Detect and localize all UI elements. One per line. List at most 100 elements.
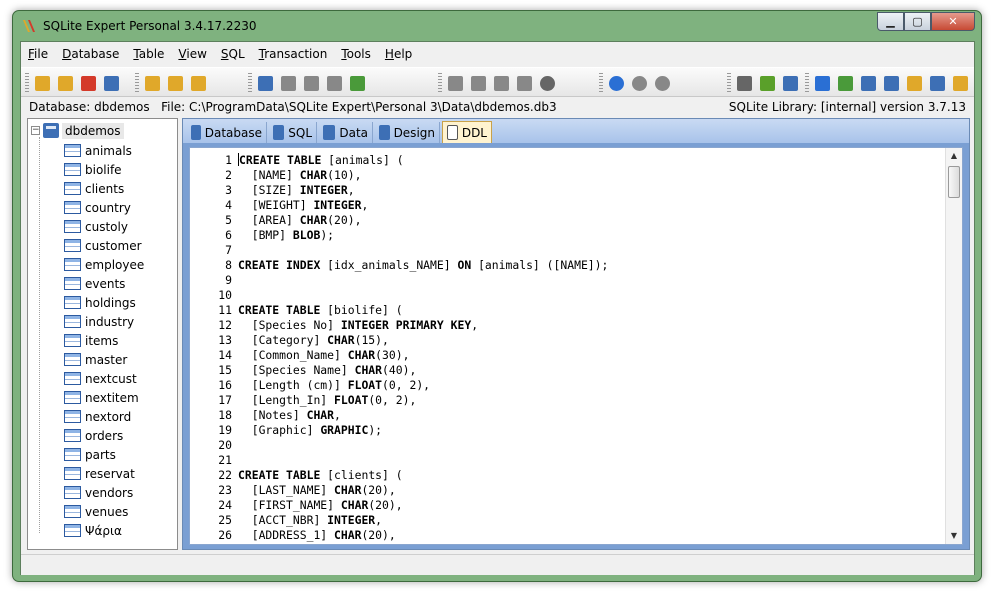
tab-design[interactable]: Design [375,122,440,143]
menu-database[interactable]: Database [55,44,126,66]
home-icon [837,75,853,91]
table-icon [64,258,81,271]
scroll-up-icon[interactable]: ▲ [946,148,962,164]
tree-item-table[interactable]: custoly [64,217,144,236]
rollback-button[interactable] [652,73,672,93]
tree-item-table[interactable]: biolife [64,160,144,179]
tree-item-table[interactable]: country [64,198,144,217]
menu-help[interactable]: Help [378,44,419,66]
tree-item-table[interactable]: reservat [64,464,144,483]
ddl-editor[interactable]: 1 CREATE TABLE [animals] (2 [NAME] CHAR(1… [189,147,963,545]
tree-item-table[interactable]: items [64,331,144,350]
menu-tools[interactable]: Tools [334,44,378,66]
close-button[interactable]: ✕ [931,12,975,31]
tree-item-table[interactable]: master [64,350,144,369]
web-button[interactable] [858,73,878,93]
design-table-button[interactable] [165,73,185,93]
menu-file[interactable]: File [21,44,55,66]
toolbar-grip[interactable] [248,73,252,93]
menu-transaction[interactable]: Transaction [252,44,335,66]
settings-button[interactable] [734,73,754,93]
toolbar-grip[interactable] [727,73,731,93]
minimize-button[interactable]: ▁ [877,12,904,31]
tab-sql[interactable]: SQL [269,122,317,143]
tree-item-table[interactable]: events [64,274,144,293]
tree-item-table[interactable]: nextitem [64,388,144,407]
properties-button[interactable] [324,73,344,93]
table-icon [64,296,81,309]
tree-item-table[interactable]: venues [64,502,144,521]
new-table-button[interactable] [142,73,162,93]
new-trigger-button[interactable] [445,73,465,93]
new-database-button[interactable] [55,73,75,93]
check-update-button[interactable] [927,73,947,93]
menu-sql[interactable]: SQL [214,44,252,66]
begin-transaction-button[interactable] [606,73,626,93]
menu-label-rest: able [138,47,165,61]
toolbar-grip[interactable] [25,73,29,93]
tab-ddl[interactable]: DDL [442,121,492,143]
tree-item-table[interactable]: employee [64,255,144,274]
tab-data[interactable]: Data [319,122,373,143]
rename-button[interactable] [514,73,534,93]
maximize-button[interactable]: ▢ [904,12,931,31]
code-line: 14 [Common_Name] CHAR(30), [190,348,945,363]
tree-item-table[interactable]: nextord [64,407,144,426]
tree-item-label: orders [85,428,124,443]
about-button[interactable] [950,73,970,93]
edit-trigger-button[interactable] [468,73,488,93]
edit-button[interactable] [881,73,901,93]
new-view-button[interactable] [255,73,275,93]
toolbar-grip[interactable] [135,73,139,93]
edit-view-button[interactable] [278,73,298,93]
menu-table[interactable]: Table [126,44,171,66]
open-database-button[interactable] [32,73,52,93]
commit-button[interactable] [629,73,649,93]
tree-item-table[interactable]: vendors [64,483,144,502]
help-button[interactable] [812,73,832,93]
code-line: 19 [Graphic] GRAPHIC); [190,423,945,438]
tree-item-table[interactable]: Ψάρια [64,521,144,540]
tree-item-table[interactable]: parts [64,445,144,464]
toolbar-grip[interactable] [438,73,442,93]
scroll-thumb[interactable] [948,166,960,198]
drop-trigger-button[interactable] [491,73,511,93]
app-window: SQLite Expert Personal 3.4.17.2230 ▁ ▢ ✕… [12,10,982,582]
tree-item-table[interactable]: orders [64,426,144,445]
line-number: 1 [225,153,232,167]
table-icon [64,144,81,157]
menu-bar: File Database Table View SQL Transaction Tools… [21,44,419,66]
refresh-button[interactable] [301,73,321,93]
vertical-scrollbar[interactable]: ▲ ▼ [945,148,962,544]
line-number: 16 [218,378,232,392]
menu-view[interactable]: View [171,44,213,66]
database-tree[interactable]: − dbdemos animals biolife clients country cu… [27,118,178,550]
tab-database[interactable]: Database [187,122,267,143]
close-database-button[interactable] [78,73,98,93]
run-query-button[interactable] [347,73,367,93]
stop-button[interactable] [537,73,557,93]
title-bar[interactable]: SQLite Expert Personal 3.4.17.2230 ▁ ▢ ✕ [13,11,981,41]
mail-button[interactable] [904,73,924,93]
attach-database-button[interactable] [101,73,121,93]
tree-item-table[interactable]: industry [64,312,144,331]
tree-item-table[interactable]: animals [64,141,144,160]
tree-item-table[interactable]: nextcust [64,369,144,388]
scroll-down-icon[interactable]: ▼ [946,528,962,544]
code-text: [Notes] CHAR, [251,408,341,422]
tree-item-table[interactable]: holdings [64,293,144,312]
tree-item-table[interactable]: customer [64,236,144,255]
collapse-icon[interactable]: − [31,126,40,135]
tree-root-dbdemos[interactable]: − dbdemos [31,122,124,139]
layout-button[interactable] [780,73,800,93]
tree-item-table[interactable]: clients [64,179,144,198]
code-text: [ADDRESS_1] CHAR(20), [251,528,396,542]
line-number: 13 [218,333,232,347]
filter-button[interactable] [757,73,777,93]
drop-table-button[interactable] [188,73,208,93]
code-line: 8 CREATE INDEX [idx_animals_NAME] ON [ani… [190,258,945,273]
ddl-code-area[interactable]: 1 CREATE TABLE [animals] (2 [NAME] CHAR(1… [190,153,945,544]
toolbar-grip[interactable] [599,73,603,93]
home-button[interactable] [835,73,855,93]
toolbar-grip[interactable] [805,73,809,93]
